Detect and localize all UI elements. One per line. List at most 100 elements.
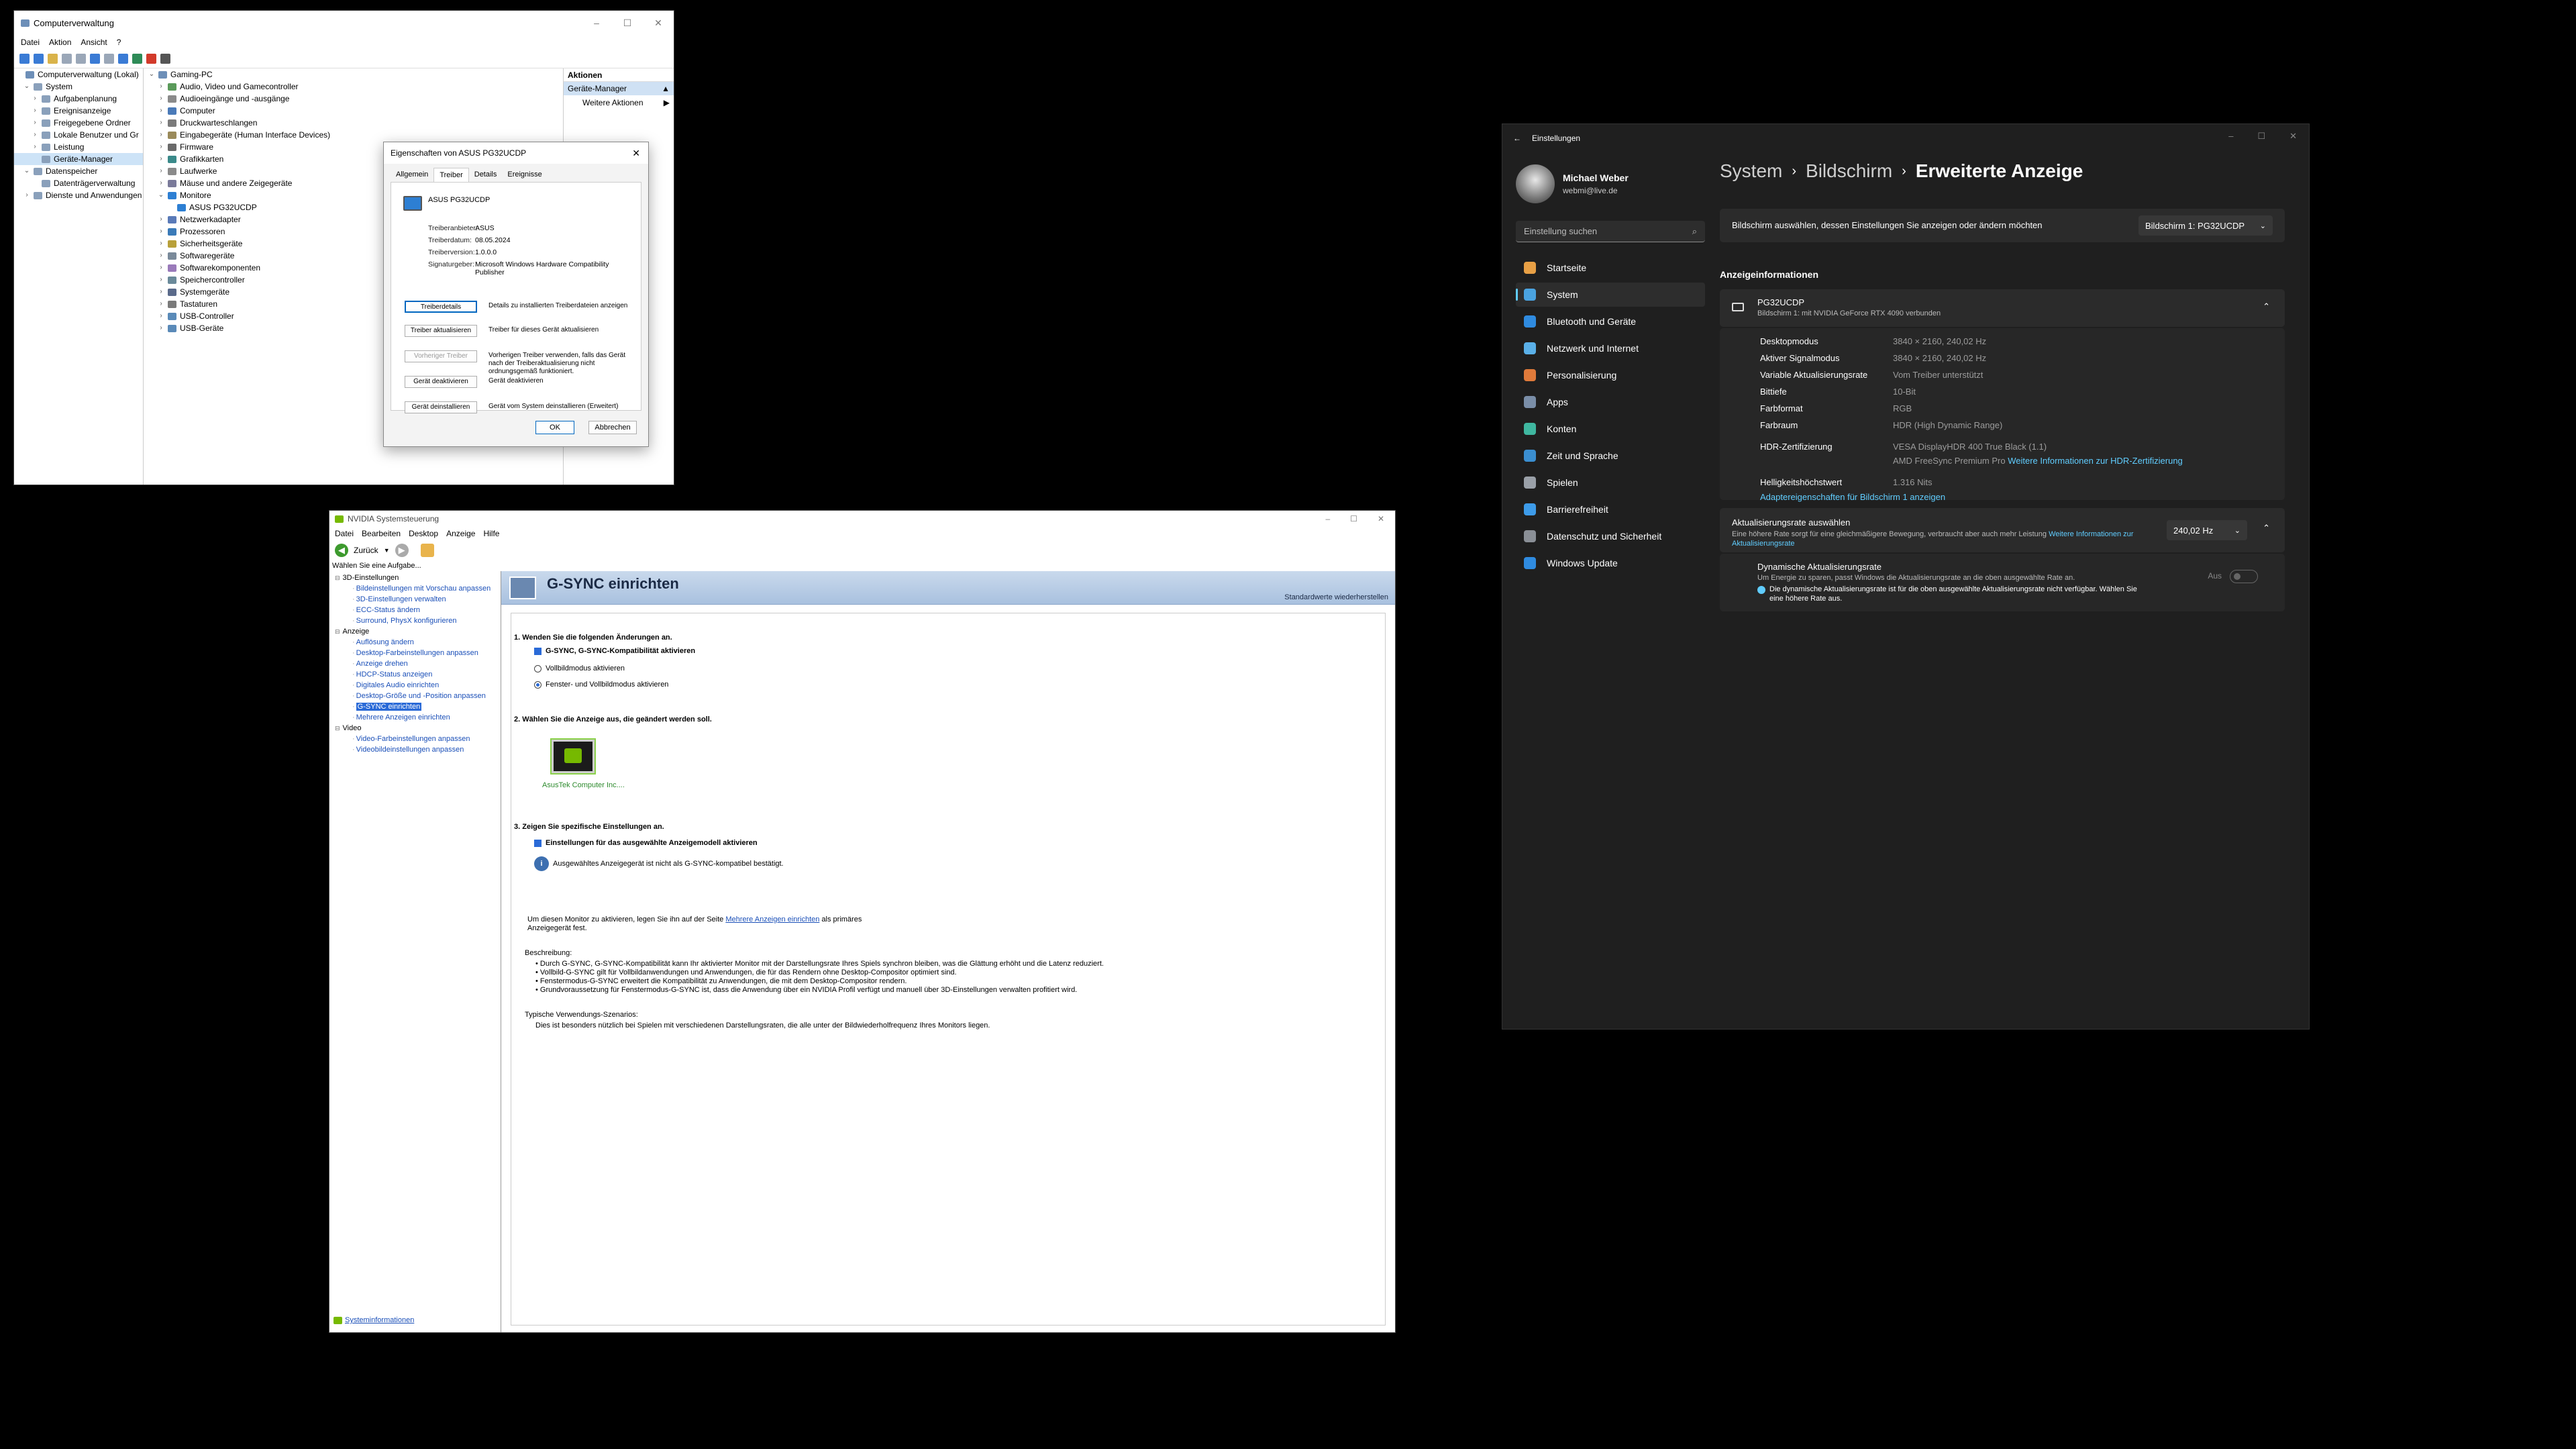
device-tree-item[interactable]: ⌄ Gaming-PC [146,68,562,81]
driver-action-button[interactable]: Treiber aktualisieren [405,325,477,337]
restore-defaults-link[interactable]: Standardwerte wiederherstellen [1284,593,1388,601]
task-category[interactable]: ⊟ Anzeige [332,626,501,637]
device-tree-item[interactable]: › Audio, Video und Gamecontroller [146,81,562,93]
expander-icon[interactable]: › [158,274,164,286]
gsync-enable-checkbox[interactable]: G-SYNC, G-SYNC-Kompatibilität aktivieren [534,647,695,655]
multi-display-link[interactable]: Mehrere Anzeigen einrichten [725,915,819,923]
menu-help[interactable]: ? [117,38,121,47]
forward-icon[interactable] [34,54,44,64]
tree-item[interactable]: ⌄ System [14,81,143,93]
back-label[interactable]: Zurück [354,546,378,555]
close-button[interactable]: ✕ [1378,514,1384,523]
expander-icon[interactable]: › [32,129,38,141]
driver-action-button[interactable]: Gerät deaktivieren [405,376,477,388]
nav-item[interactable]: Datenschutz und Sicherheit [1516,524,1705,548]
expander-icon[interactable]: › [158,165,164,177]
tree-item[interactable]: › Lokale Benutzer und Gr [14,129,143,141]
device-tree-item[interactable]: › Eingabegeräte (Human Interface Devices) [146,129,562,141]
task-link[interactable]: · Digitales Audio einrichten [332,680,501,691]
nav-item[interactable]: Barrierefreiheit [1516,497,1705,521]
cancel-button[interactable]: Abbrechen [588,421,637,434]
task-link[interactable]: · Surround, PhysX konfigurieren [332,615,501,626]
expander-icon[interactable]: › [158,250,164,262]
expander-icon[interactable]: › [158,105,164,117]
expander-icon[interactable]: › [158,238,164,250]
tree-item[interactable]: Computerverwaltung (Lokal) [14,68,143,81]
more-actions[interactable]: Weitere Aktionen ▶ [564,95,674,110]
ok-button[interactable]: OK [535,421,574,434]
expander-icon[interactable]: › [158,129,164,141]
tree-item[interactable]: › Dienste und Anwendungen [14,189,143,201]
task-link[interactable]: · Anzeige drehen [332,658,501,669]
expander-icon[interactable]: › [158,213,164,226]
properties-icon[interactable] [76,54,86,64]
update-driver-icon[interactable] [132,54,142,64]
hdr-more-link[interactable]: Weitere Informationen zur HDR-Zertifizie… [2008,456,2183,466]
expander-icon[interactable]: ⌄ [23,165,30,177]
nav-item[interactable]: Bluetooth und Geräte [1516,309,1705,334]
task-link[interactable]: · G-SYNC einrichten [332,701,501,712]
expander-icon[interactable]: › [158,262,164,274]
back-arrow-icon[interactable]: ← [1513,134,1521,143]
close-button[interactable]: ✕ [643,17,674,29]
actions-section[interactable]: Geräte-Manager ▲ [564,82,674,95]
tab-details[interactable]: Details [469,168,503,182]
maximize-button[interactable]: ☐ [1350,514,1357,523]
nav-item[interactable]: Zeit und Sprache [1516,444,1705,468]
expander-icon[interactable]: › [158,310,164,322]
task-link[interactable]: · Bildeinstellungen mit Vorschau anpassen [332,583,501,594]
monitor-card-header[interactable]: PG32UCDP Bildschirm 1: mit NVIDIA GeForc… [1720,289,2285,327]
expander-icon[interactable]: ⌄ [148,68,155,81]
menu-ansicht[interactable]: Ansicht [81,38,107,47]
task-link[interactable]: · HDCP-Status anzeigen [332,669,501,680]
expander-icon[interactable]: › [158,226,164,238]
adapter-properties-link[interactable]: Adaptereigenschaften für Bildschirm 1 an… [1760,492,1945,502]
tree-item[interactable]: Datenträgerverwaltung [14,177,143,189]
task-link[interactable]: · ECC-Status ändern [332,605,501,615]
expander-icon[interactable]: › [158,153,164,165]
maximize-button[interactable]: ☐ [2257,131,2265,142]
expander-icon[interactable]: › [32,141,38,153]
tree-item[interactable]: › Freigegebene Ordner [14,117,143,129]
system-info-link[interactable]: Systeminformationen [333,1316,414,1324]
back-icon[interactable] [19,54,30,64]
nav-item[interactable]: Netzwerk und Internet [1516,336,1705,360]
forward-icon[interactable]: ▶ [395,544,409,557]
chevron-up-icon[interactable]: ⌃ [2263,523,2270,534]
view-icon[interactable] [104,54,114,64]
nav-item[interactable]: Spielen [1516,470,1705,495]
expander-icon[interactable]: › [158,141,164,153]
menu-hilfe[interactable]: Hilfe [483,529,499,538]
settings-search-input[interactable]: Einstellung suchen ⌕ [1516,221,1705,242]
home-icon[interactable] [420,544,434,557]
dynamic-refresh-toggle[interactable] [2230,570,2258,583]
tree-item[interactable]: Geräte-Manager [14,153,143,165]
menu-datei[interactable]: Datei [21,38,40,47]
windowed-fullscreen-radio[interactable]: Fenster- und Vollbildmodus aktivieren [534,681,668,689]
menu-aktion[interactable]: Aktion [49,38,71,47]
driver-action-button[interactable]: Treiberdetails [405,301,477,313]
minimize-button[interactable]: – [1325,514,1330,523]
minimize-button[interactable]: – [581,17,612,29]
fullscreen-radio[interactable]: Vollbildmodus aktivieren [534,664,625,672]
avatar[interactable] [1516,164,1555,203]
expander-icon[interactable]: ⌄ [23,81,30,93]
driver-action-button[interactable]: Vorheriger Treiber [405,350,477,362]
uninstall-icon[interactable] [146,54,156,64]
tab-treiber[interactable]: Treiber [433,168,469,182]
task-link[interactable]: · Videobildeinstellungen anpassen [332,744,501,755]
task-category[interactable]: ⊟ 3D-Einstellungen [332,572,501,583]
monitor-thumbnail[interactable] [552,740,595,773]
nav-item[interactable]: System [1516,283,1705,307]
task-link[interactable]: · Desktop-Größe und -Position anpassen [332,691,501,701]
task-link[interactable]: · Desktop-Farbeinstellungen anpassen [332,648,501,658]
task-link[interactable]: · Mehrere Anzeigen einrichten [332,712,501,723]
nav-item[interactable]: Konten [1516,417,1705,441]
expander-icon[interactable]: › [158,322,164,334]
tree-item[interactable]: › Aufgabenplanung [14,93,143,105]
expander-icon[interactable]: › [32,93,38,105]
tree-item[interactable]: › Leistung [14,141,143,153]
tree-item[interactable]: › Ereignisanzeige [14,105,143,117]
task-link[interactable]: · 3D-Einstellungen verwalten [332,594,501,605]
refresh-rate-dropdown[interactable]: 240,02 Hz ⌄ [2167,520,2247,540]
